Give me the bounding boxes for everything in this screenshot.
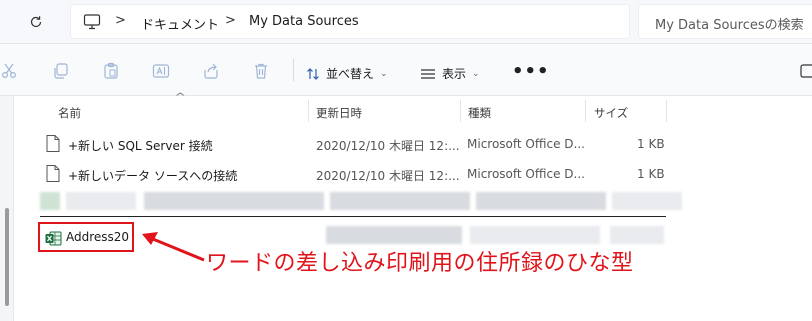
view-icon	[421, 68, 435, 79]
file-modified: 2020/12/10 木曜日 12:...	[316, 169, 460, 183]
obscured-text	[612, 192, 682, 210]
command-bar: 並べ替え ⌄ 表示 ⌄ •••	[0, 44, 812, 96]
delete-icon[interactable]	[252, 62, 270, 80]
chevron-right-icon: >	[225, 13, 236, 28]
file-size: 1 KB	[637, 167, 665, 181]
highlighted-file-address20[interactable]: Address20	[38, 222, 134, 252]
breadcrumb-documents[interactable]: ドキュメント	[141, 14, 219, 33]
file-name: Address20	[66, 230, 130, 244]
search-placeholder: My Data Sourcesの検索	[655, 18, 804, 33]
file-size: 1 KB	[637, 137, 665, 151]
drop-indicator-line	[40, 216, 666, 217]
column-divider	[585, 100, 586, 122]
file-modified: 2020/12/10 木曜日 12:...	[316, 139, 460, 153]
breadcrumb-my-data-sources[interactable]: My Data Sources	[249, 14, 359, 29]
annotation-arrow-icon	[142, 232, 205, 262]
file-icon	[46, 165, 60, 182]
column-divider	[460, 100, 461, 122]
toolbar-divider	[293, 59, 294, 81]
column-header-type[interactable]: 種類	[468, 96, 491, 124]
paste-icon[interactable]	[102, 62, 120, 80]
address-bar-row: > ドキュメント > My Data Sources My Data Sourc…	[0, 0, 812, 44]
column-header-name[interactable]: 名前	[58, 96, 81, 124]
obscured-text	[610, 226, 664, 244]
obscured-file-row	[40, 188, 682, 216]
file-icon	[46, 135, 60, 152]
navigation-pane-edge	[0, 96, 14, 321]
obscured-text	[144, 192, 324, 210]
file-type: Microsoft Office D...	[467, 167, 585, 181]
obscured-text	[476, 192, 606, 210]
computer-icon	[83, 14, 101, 30]
cut-icon[interactable]	[0, 62, 18, 80]
obscured-text	[66, 192, 136, 210]
obscured-icon	[40, 192, 60, 210]
scrollbar-thumb[interactable]	[5, 208, 9, 306]
chevron-down-icon: ⌄	[472, 68, 480, 79]
address-bar[interactable]: > ドキュメント > My Data Sources	[70, 4, 630, 39]
column-divider	[666, 100, 667, 122]
sort-icon	[307, 67, 319, 80]
share-icon[interactable]	[202, 62, 220, 80]
chevron-right-icon: >	[115, 13, 126, 28]
rename-icon[interactable]	[152, 62, 170, 80]
view-button[interactable]: 表示 ⌄	[420, 65, 480, 82]
file-name: +新しい SQL Server 接続	[68, 139, 213, 153]
sort-ascending-icon: ^	[174, 92, 187, 103]
copy-icon[interactable]	[52, 62, 70, 80]
search-input[interactable]: My Data Sourcesの検索	[638, 4, 812, 39]
excel-icon	[45, 231, 62, 246]
sort-button[interactable]: 並べ替え ⌄	[306, 65, 388, 82]
refresh-icon	[30, 16, 42, 28]
file-row[interactable]: +新しい SQL Server 接続 2020/12/10 木曜日 12:...…	[40, 129, 665, 159]
file-row[interactable]: +新しいデータ ソースへの接続 2020/12/10 木曜日 12:... Mi…	[40, 159, 665, 189]
annotation-text: ワードの差し込み印刷用の住所録のひな型	[206, 251, 634, 276]
file-type: Microsoft Office D...	[467, 137, 585, 151]
column-header-size[interactable]: サイズ	[594, 96, 628, 124]
refresh-button[interactable]	[24, 11, 48, 33]
details-pane-icon[interactable]	[800, 63, 812, 81]
file-name: +新しいデータ ソースへの接続	[68, 169, 238, 183]
obscured-text	[470, 226, 600, 244]
more-options-button[interactable]: •••	[512, 61, 550, 82]
column-header-modified[interactable]: 更新日時	[316, 96, 362, 124]
obscured-text	[330, 192, 470, 210]
obscured-text	[326, 226, 462, 244]
sort-label: 並べ替え	[326, 67, 375, 81]
chevron-down-icon: ⌄	[380, 68, 388, 79]
column-divider	[308, 100, 309, 122]
view-label: 表示	[442, 67, 467, 81]
